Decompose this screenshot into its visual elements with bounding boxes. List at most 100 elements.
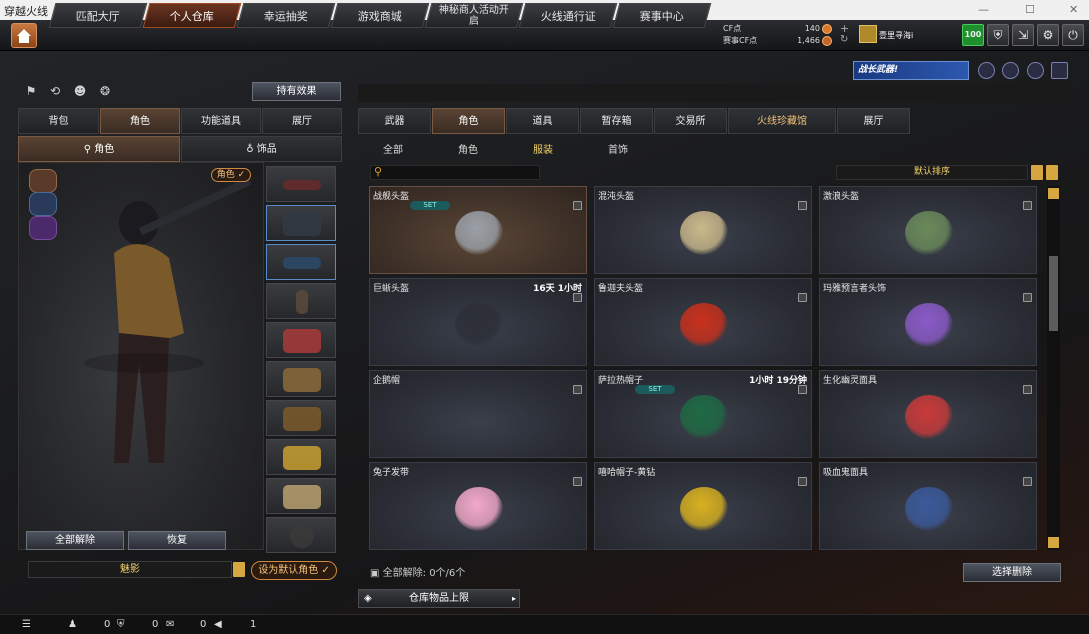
search-input[interactable] — [370, 165, 540, 180]
accessory-slot-2[interactable] — [266, 322, 336, 358]
chat-icon[interactable]: ✉ — [166, 619, 174, 630]
tab-props[interactable]: 道具 — [506, 108, 579, 134]
item-card[interactable]: 兔子发带 — [369, 462, 587, 550]
tab-character[interactable]: 角色 — [100, 108, 180, 134]
lock-icon[interactable] — [798, 385, 807, 394]
item-card[interactable]: 生化幽灵面具 — [819, 370, 1037, 458]
lock-icon[interactable] — [1023, 477, 1032, 486]
tab-function-items[interactable]: 功能道具 — [181, 108, 261, 134]
effect-button[interactable]: 持有效果 — [252, 82, 341, 101]
gear-icon[interactable]: ⚙ — [1037, 24, 1059, 46]
lock-icon[interactable] — [798, 477, 807, 486]
accessory-slot-1[interactable] — [266, 283, 336, 319]
badge-v-icon[interactable] — [1051, 62, 1068, 79]
lock-icon[interactable] — [573, 477, 582, 486]
bag-icon[interactable]: ❂ — [98, 84, 112, 98]
item-card[interactable]: 嘻哈帽子-黄钻 — [594, 462, 812, 550]
nav-tab-mystery-merchant[interactable]: 神秘商人活动开启 — [424, 3, 524, 28]
lock-icon[interactable] — [1023, 293, 1032, 302]
item-card[interactable]: 萨拉热帽子 1小时 19分钟 SET — [594, 370, 812, 458]
person-icon[interactable]: ☻ — [73, 84, 87, 98]
wing-badge-icon[interactable] — [29, 192, 57, 216]
restore-button[interactable]: 恢复 — [128, 531, 226, 550]
item-card[interactable]: 吸血鬼面具 — [819, 462, 1037, 550]
client-window: 穿越火线 — ☐ ✕ 匹配大厅 个人仓库 幸运抽奖 游戏商城 神秘商人活动开启 … — [0, 0, 1089, 634]
scroll-up-icon[interactable] — [1048, 188, 1059, 199]
item-card[interactable]: 鲁迦夫头盔 — [594, 278, 812, 366]
item-card[interactable]: 混沌头盔 — [594, 186, 812, 274]
list-icon[interactable] — [233, 562, 245, 577]
filter-jewelry[interactable]: 首饰 — [608, 141, 628, 156]
nav-tab-match[interactable]: 匹配大厅 — [48, 3, 148, 28]
subtab-character[interactable]: ⚲ 角色 — [18, 136, 180, 162]
lock-icon[interactable] — [573, 385, 582, 394]
filter-role[interactable]: 角色 — [458, 141, 478, 156]
volume-icon[interactable]: ◀ — [214, 619, 222, 630]
home-icon[interactable] — [11, 23, 37, 48]
nav-tab-shop[interactable]: 游戏商城 — [330, 3, 430, 28]
nav-tab-events[interactable]: 赛事中心 — [612, 3, 712, 28]
weapon-slot[interactable] — [266, 166, 336, 202]
item-card[interactable]: 企鹅帽 — [369, 370, 587, 458]
nav-tab-pass[interactable]: 火线通行证 — [518, 3, 618, 28]
weapon-banner[interactable]: 战长武器! — [853, 61, 969, 80]
set-default-button[interactable]: 设为默认角色 ✓ — [251, 561, 337, 580]
lock-icon[interactable] — [798, 293, 807, 302]
accessory-slot-4[interactable] — [266, 400, 336, 436]
nav-tab-warehouse[interactable]: 个人仓库 — [142, 3, 242, 28]
item-card[interactable]: 巨蜥头盔 16天 1小时 — [369, 278, 587, 366]
scroll-down-icon[interactable] — [1048, 537, 1059, 548]
rotate-icon[interactable]: ⟲ — [48, 84, 62, 98]
tab-backpack[interactable]: 背包 — [18, 108, 99, 134]
exit-room-icon[interactable]: ⇲ — [1012, 24, 1034, 46]
glasses-slot[interactable] — [266, 244, 336, 280]
filter-costume[interactable]: 服装 — [533, 141, 553, 156]
sort-arrow-icon[interactable] — [1046, 165, 1058, 180]
badge-target-icon[interactable] — [1002, 62, 1019, 79]
menu-icon[interactable]: ☰ — [22, 619, 31, 630]
accessory-slot-6[interactable] — [266, 478, 336, 514]
scroll-thumb[interactable] — [1049, 256, 1058, 331]
nav-tab-lottery[interactable]: 幸运抽奖 — [236, 3, 336, 28]
tab-weapons[interactable]: 武器 — [358, 108, 431, 134]
lock-icon[interactable] — [1023, 385, 1032, 394]
lock-icon[interactable] — [1023, 201, 1032, 210]
list-view-icon[interactable] — [1031, 165, 1043, 180]
minimize-button[interactable]: — — [978, 3, 989, 16]
lock-icon[interactable] — [798, 201, 807, 210]
rank-badge-icon[interactable] — [29, 169, 57, 193]
warehouse-capacity-button[interactable]: ◈ 仓库物品上限 ▸ — [358, 589, 520, 608]
item-card[interactable]: 玛雅预言者头饰 — [819, 278, 1037, 366]
character-tag[interactable]: 角色 ✓ — [211, 168, 251, 182]
delete-selected-button[interactable]: 选择删除 — [963, 563, 1061, 582]
tab-roles[interactable]: 角色 — [432, 108, 505, 134]
power-icon[interactable]: ⏻ — [1062, 24, 1084, 46]
shield-icon[interactable]: ⛨ — [987, 24, 1009, 46]
lock-icon[interactable] — [573, 293, 582, 302]
scrollbar[interactable] — [1047, 186, 1060, 550]
tab-storage[interactable]: 暂存箱 — [580, 108, 653, 134]
tab-hall[interactable]: 展厅 — [837, 108, 910, 134]
maximize-button[interactable]: ☐ — [1025, 3, 1035, 16]
tab-exchange[interactable]: 交易所 — [654, 108, 727, 134]
ranking-icon[interactable]: ⚑ — [24, 84, 38, 98]
close-button[interactable]: ✕ — [1069, 3, 1078, 16]
badge-wing-icon[interactable] — [1027, 62, 1044, 79]
accessory-slot-5[interactable] — [266, 439, 336, 475]
item-card[interactable]: 战舰头盔 SET — [369, 186, 587, 274]
accessory-slot-3[interactable] — [266, 361, 336, 397]
item-card[interactable]: 激浪头盔 — [819, 186, 1037, 274]
tab-showroom[interactable]: 展厅 — [262, 108, 342, 134]
lock-icon[interactable] — [573, 201, 582, 210]
helmet-slot[interactable] — [266, 205, 336, 241]
badge-shield-icon[interactable] — [978, 62, 995, 79]
tab-collection[interactable]: 火线珍藏馆 — [728, 108, 836, 134]
accessory-slot-7[interactable] — [266, 517, 336, 553]
unequip-all-button[interactable]: 全部解除 — [26, 531, 124, 550]
refresh-icon[interactable]: ↻ — [840, 34, 848, 45]
subtab-accessory[interactable]: ♁ 饰品 — [181, 136, 342, 162]
feather-badge-icon[interactable] — [29, 216, 57, 240]
level-badge[interactable]: 100 — [962, 24, 984, 46]
sort-dropdown[interactable]: 默认排序 — [836, 165, 1028, 180]
filter-all[interactable]: 全部 — [383, 141, 403, 156]
